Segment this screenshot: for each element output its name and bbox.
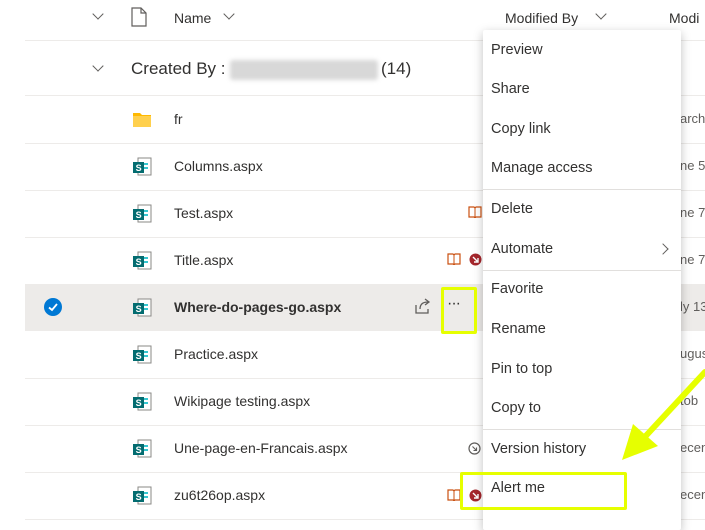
menu-item-favorite[interactable]: Favorite <box>483 272 681 308</box>
group-count: (14) <box>381 59 412 78</box>
item-modified: ly 13 <box>680 299 705 314</box>
menu-item-label: Automate <box>491 241 554 257</box>
share-icon[interactable] <box>414 297 432 315</box>
item-modified: ne 5 <box>680 158 705 173</box>
item-modified: arch <box>680 111 705 126</box>
menu-item-label: Rename <box>491 321 546 337</box>
svg-text:S: S <box>136 351 142 361</box>
sharepoint-page-icon: S <box>133 392 152 411</box>
blurred-user-name <box>230 60 378 80</box>
menu-item-automate[interactable]: Automate <box>483 232 681 268</box>
item-name[interactable]: Title.aspx <box>174 252 233 268</box>
menu-item-manage-access[interactable]: Manage access <box>483 151 681 187</box>
draft-status-icon <box>469 253 482 266</box>
item-name[interactable]: zu6t26op.aspx <box>174 487 265 503</box>
sharepoint-page-icon: S <box>133 486 152 505</box>
menu-item-preview[interactable]: Preview <box>483 33 681 69</box>
sharepoint-page-icon: S <box>133 204 152 223</box>
folder-icon <box>133 113 151 127</box>
menu-item-share[interactable]: Share <box>483 72 681 108</box>
item-name[interactable]: Test.aspx <box>174 205 233 221</box>
menu-item-label: Share <box>491 81 530 97</box>
draft-circle-icon <box>468 442 481 455</box>
svg-text:S: S <box>136 492 142 502</box>
checked-out-book-icon <box>468 206 482 218</box>
column-modified-header[interactable]: Modi <box>669 10 699 26</box>
svg-text:S: S <box>136 304 142 314</box>
menu-item-label: Version history <box>491 441 587 457</box>
collapse-all-chevron-icon[interactable] <box>92 8 104 20</box>
annotation-arrow-icon <box>622 369 705 460</box>
svg-text:S: S <box>136 445 142 455</box>
sharepoint-page-icon: S <box>133 298 152 317</box>
svg-text:S: S <box>136 257 142 267</box>
menu-item-label: Favorite <box>491 281 544 297</box>
sharepoint-page-icon: S <box>133 251 152 270</box>
svg-text:S: S <box>136 398 142 408</box>
item-modified: ecen <box>680 487 705 502</box>
column-modified-by-header[interactable]: Modified By <box>505 10 578 26</box>
item-modified: ugus <box>680 346 705 361</box>
menu-item-copy-link[interactable]: Copy link <box>483 112 681 148</box>
menu-item-label: Manage access <box>491 160 593 176</box>
sharepoint-page-icon: S <box>133 439 152 458</box>
menu-item-label: Pin to top <box>491 361 553 377</box>
file-type-icon[interactable] <box>131 7 147 27</box>
menu-item-rename[interactable]: Rename <box>483 312 681 348</box>
item-name[interactable]: Wikipage testing.aspx <box>174 393 310 409</box>
modified-by-sort-chevron-icon[interactable] <box>595 8 607 20</box>
group-label: Created By : <box>131 59 226 78</box>
menu-item-label: Preview <box>491 42 543 58</box>
item-name[interactable]: Practice.aspx <box>174 346 258 362</box>
submenu-chevron-right-icon <box>657 243 669 255</box>
checked-out-book-icon <box>447 253 461 265</box>
group-collapse-chevron-icon[interactable] <box>92 60 104 72</box>
row-selected-check-icon[interactable] <box>44 298 62 316</box>
sharepoint-page-icon: S <box>133 345 152 364</box>
menu-item-label: Copy link <box>491 121 551 137</box>
item-name[interactable]: Where-do-pages-go.aspx <box>174 299 341 315</box>
item-name[interactable]: Columns.aspx <box>174 158 263 174</box>
item-modified: ne 7 <box>680 252 705 267</box>
item-name[interactable]: fr <box>174 111 183 127</box>
item-modified: ne 7 <box>680 205 705 220</box>
svg-text:S: S <box>136 210 142 220</box>
sharepoint-page-icon: S <box>133 157 152 176</box>
more-actions-highlight-box <box>441 287 477 334</box>
column-name-header[interactable]: Name <box>174 10 211 26</box>
alert-me-highlight-box <box>460 472 627 510</box>
checked-out-book-icon <box>447 489 461 501</box>
menu-separator <box>483 270 681 271</box>
menu-item-label: Copy to <box>491 400 541 416</box>
svg-text:S: S <box>136 163 142 173</box>
name-sort-chevron-icon[interactable] <box>223 8 235 20</box>
menu-item-label: Delete <box>491 201 533 217</box>
menu-item-delete[interactable]: Delete <box>483 192 681 228</box>
item-name[interactable]: Une-page-en-Francais.aspx <box>174 440 348 456</box>
menu-separator <box>483 189 681 190</box>
